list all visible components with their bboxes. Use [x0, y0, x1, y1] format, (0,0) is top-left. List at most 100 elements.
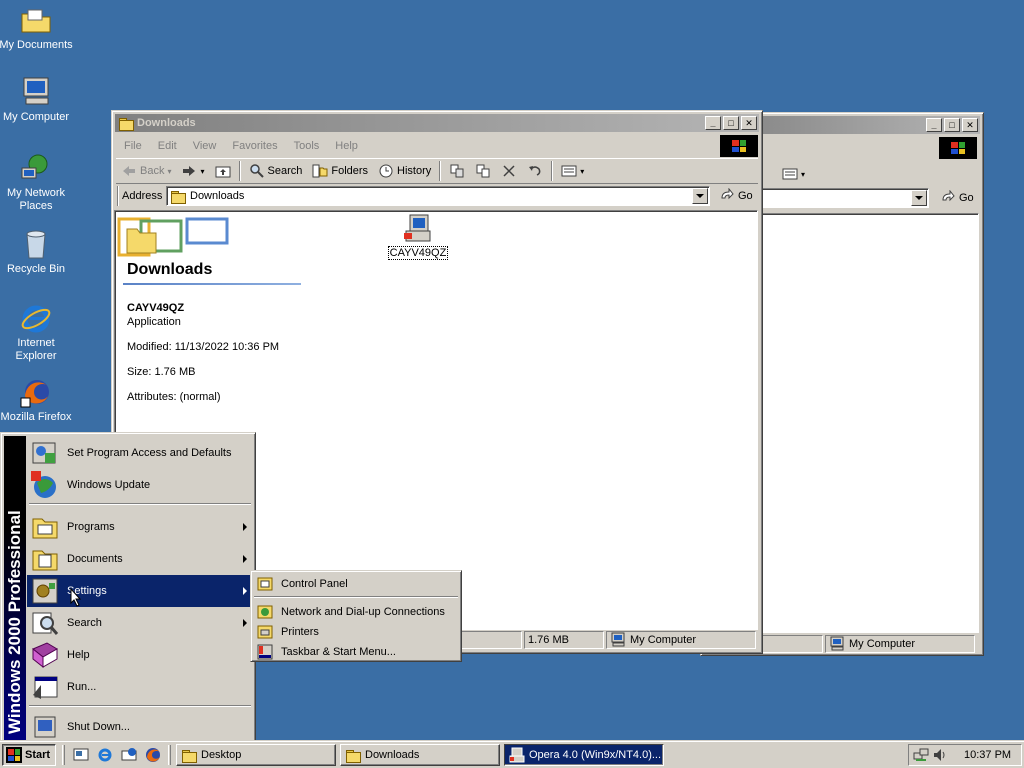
move-to-button[interactable] — [444, 160, 470, 182]
start-item-label: Documents — [67, 553, 123, 565]
settings-icon — [29, 575, 61, 607]
menu-file[interactable]: File — [116, 140, 150, 152]
maximize-button[interactable]: □ — [944, 118, 960, 132]
start-item-windows-update[interactable]: Windows Update — [27, 469, 253, 501]
history-label: History — [397, 165, 432, 177]
desktop-icon-mozilla-firefox[interactable]: Mozilla Firefox — [0, 376, 74, 424]
start-menu-banner: Windows 2000 Professional — [4, 436, 26, 740]
menu-edit[interactable]: Edit — [150, 140, 185, 152]
desktop-icon-recycle-bin[interactable]: Recycle Bin — [0, 228, 74, 276]
desktop-icon-my-documents[interactable]: My Documents — [0, 4, 74, 52]
submenu-arrow-icon — [243, 619, 247, 627]
close-button[interactable]: ✕ — [962, 118, 978, 132]
delete-button[interactable] — [496, 160, 522, 182]
views-button[interactable]: ▾ — [777, 163, 810, 185]
close-button[interactable]: ✕ — [741, 116, 757, 130]
desktop-icon-my-computer[interactable]: My Computer — [0, 76, 74, 124]
network-connections-icon — [257, 604, 273, 620]
selected-file-attributes: Attributes: (normal) — [127, 391, 221, 403]
documents-icon — [29, 543, 61, 575]
show-desktop-icon[interactable] — [73, 747, 89, 763]
start-item-set-program-access[interactable]: Set Program Access and Defaults — [27, 437, 253, 469]
address-dropdown-button[interactable] — [911, 190, 927, 206]
toolbar-separator — [439, 161, 442, 181]
start-item-shut-down[interactable]: Shut Down... — [27, 711, 253, 743]
start-item-help[interactable]: Help — [27, 639, 253, 671]
network-places-icon — [20, 152, 52, 184]
system-tray: 10:37 PM — [908, 744, 1022, 766]
views-icon — [561, 163, 577, 179]
help-book-icon — [29, 639, 61, 671]
menu-help[interactable]: Help — [327, 140, 366, 152]
folders-icon — [312, 163, 328, 179]
desktop-icon-label: My Computer — [2, 111, 70, 123]
address-value: Downloads — [190, 190, 245, 202]
minimize-button[interactable]: _ — [705, 116, 721, 130]
mouse-cursor-icon — [70, 587, 84, 608]
search-icon — [249, 163, 265, 179]
outlook-express-icon[interactable] — [121, 747, 137, 763]
selected-file-name: CAYV49QZ — [127, 302, 185, 314]
address-grip — [117, 186, 119, 206]
start-item-search[interactable]: Search — [27, 607, 253, 639]
submenu-item-control-panel[interactable]: Control Panel — [254, 574, 458, 594]
start-item-label: Set Program Access and Defaults — [67, 447, 232, 459]
menu-tools[interactable]: Tools — [286, 140, 328, 152]
internet-explorer-icon[interactable] — [97, 747, 113, 763]
maximize-button[interactable]: □ — [723, 116, 739, 130]
desktop-icon-internet-explorer[interactable]: Internet Explorer — [0, 302, 74, 363]
start-label: Start — [25, 749, 51, 761]
minimize-button[interactable]: _ — [926, 118, 942, 132]
history-button[interactable]: History — [373, 160, 436, 182]
title-bar[interactable]: Downloads _ □ ✕ — [115, 114, 759, 132]
address-dropdown-button[interactable] — [692, 188, 708, 204]
submenu-item-printers[interactable]: Printers — [254, 622, 458, 642]
go-button[interactable]: Go — [714, 185, 758, 207]
submenu-item-taskbar-start-menu[interactable]: Taskbar & Start Menu... — [254, 642, 458, 662]
submenu-separator — [254, 596, 458, 598]
go-button[interactable]: Go — [935, 187, 979, 209]
control-panel-icon — [257, 576, 273, 592]
start-menu-separator — [29, 705, 251, 707]
submenu-item-label: Control Panel — [281, 578, 348, 590]
start-item-label: Help — [67, 649, 90, 661]
task-button-downloads[interactable]: Downloads — [340, 744, 500, 766]
printers-icon — [257, 624, 273, 640]
clock[interactable]: 10:37 PM — [964, 749, 1011, 761]
volume-icon[interactable] — [932, 747, 948, 763]
undo-button[interactable] — [522, 160, 548, 182]
address-field[interactable]: Downloads — [166, 186, 710, 206]
start-menu-banner-text: Windows 2000 Professional — [5, 510, 24, 734]
forward-button[interactable]: ▾ — [176, 160, 209, 182]
window-title: Downloads — [137, 117, 196, 129]
firefox-icon[interactable] — [145, 747, 161, 763]
address-bar: Address Downloads Go — [116, 184, 758, 208]
desktop-icon-my-network-places[interactable]: My Network Places — [0, 152, 74, 213]
views-button[interactable]: ▾ — [556, 160, 589, 182]
internet-explorer-icon — [20, 302, 52, 334]
file-item-label: CAYV49QZ — [387, 246, 449, 260]
windows-flag-icon — [6, 747, 22, 763]
network-tray-icon[interactable] — [913, 747, 929, 763]
taskbar-grip[interactable] — [168, 745, 171, 765]
up-button[interactable] — [210, 160, 236, 182]
start-item-run[interactable]: Run... — [27, 671, 253, 703]
back-button[interactable]: Back ▾ — [116, 160, 176, 182]
quicklaunch-grip[interactable] — [62, 745, 65, 765]
start-button[interactable]: Start — [2, 744, 56, 766]
my-computer-small-icon — [610, 632, 626, 648]
forward-arrow-icon — [181, 163, 197, 179]
history-icon — [378, 163, 394, 179]
submenu-item-network-dialup[interactable]: Network and Dial-up Connections — [254, 602, 458, 622]
menu-view[interactable]: View — [185, 140, 225, 152]
task-button-desktop[interactable]: Desktop — [176, 744, 336, 766]
start-item-settings[interactable]: Settings — [27, 575, 253, 607]
task-button-opera[interactable]: Opera 4.0 (Win9x/NT4.0)... — [504, 744, 664, 766]
folders-button[interactable]: Folders — [307, 160, 373, 182]
copy-to-button[interactable] — [470, 160, 496, 182]
menu-favorites[interactable]: Favorites — [224, 140, 285, 152]
start-item-documents[interactable]: Documents — [27, 543, 253, 575]
search-button[interactable]: Search — [244, 160, 308, 182]
start-item-programs[interactable]: Programs — [27, 511, 253, 543]
file-item[interactable]: CAYV49QZ — [387, 213, 449, 260]
